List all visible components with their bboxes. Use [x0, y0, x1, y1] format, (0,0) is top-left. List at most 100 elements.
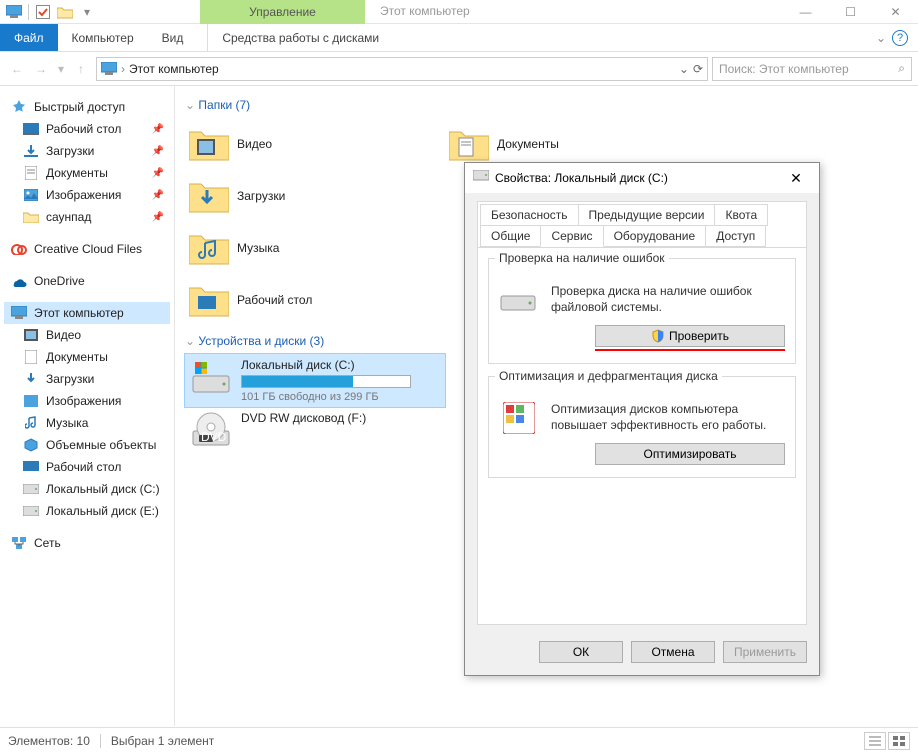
onedrive-icon [10, 273, 28, 289]
nav-label: Видео [46, 328, 81, 342]
capacity-bar [241, 375, 411, 388]
drive-icon [22, 481, 40, 497]
nav-up-button[interactable]: ↑ [70, 58, 92, 80]
status-selected: Выбран 1 элемент [111, 734, 214, 748]
pin-icon: 📌 [152, 124, 164, 135]
ribbon-file-tab[interactable]: Файл [0, 24, 58, 51]
drive-dvd[interactable]: DVD DVD RW дисковод (F:) [185, 407, 445, 455]
ok-button[interactable]: ОК [539, 641, 623, 663]
nav-quick-desktop[interactable]: Рабочий стол📌 [4, 118, 170, 140]
nav-quick-downloads[interactable]: Загрузки📌 [4, 140, 170, 162]
nav-onedrive[interactable]: OneDrive [4, 270, 170, 292]
tab-quota[interactable]: Квота [714, 204, 768, 226]
nav-creative-cloud[interactable]: Creative Cloud Files [4, 238, 170, 260]
desktop-icon [22, 121, 40, 137]
apply-button[interactable]: Применить [723, 641, 807, 663]
minimize-button[interactable]: — [783, 0, 828, 24]
check-button[interactable]: Проверить [595, 325, 785, 347]
nav-label: Этот компьютер [34, 306, 124, 320]
cancel-button[interactable]: Отмена [631, 641, 715, 663]
tab-security[interactable]: Безопасность [480, 204, 579, 226]
window-title: Этот компьютер [380, 4, 470, 18]
new-folder-icon[interactable] [57, 4, 73, 20]
refresh-icon[interactable]: ⟳ [693, 62, 703, 76]
tab-tools[interactable]: Сервис [540, 225, 603, 247]
status-elements: Элементов: 10 [8, 734, 90, 748]
dialog-footer: ОК Отмена Применить [465, 631, 819, 675]
address-input[interactable]: › Этот компьютер ⌄ ⟳ [96, 57, 708, 81]
nav-label: Документы [46, 166, 108, 180]
ribbon-tab-view[interactable]: Вид [148, 24, 198, 51]
nav-quick-soundpad[interactable]: саунпад📌 [4, 206, 170, 228]
nav-pc-music[interactable]: Музыка [4, 412, 170, 434]
ribbon-expand-icon[interactable]: ⌄ [876, 31, 886, 45]
nav-quick-documents[interactable]: Документы📌 [4, 162, 170, 184]
folder-music[interactable]: Музыка [185, 222, 445, 274]
nav-label: Рабочий стол [46, 460, 121, 474]
drive-icon [22, 503, 40, 519]
nav-back-button[interactable]: ← [6, 58, 28, 80]
tab-general[interactable]: Общие [480, 225, 541, 247]
dialog-close-button[interactable]: ✕ [781, 170, 811, 187]
folder-downloads[interactable]: Загрузки [185, 170, 445, 222]
network-icon [10, 535, 28, 551]
nav-forward-button[interactable]: → [30, 58, 52, 80]
drive-icon [191, 358, 231, 398]
tab-hardware[interactable]: Оборудование [603, 225, 707, 247]
view-details-button[interactable] [864, 732, 886, 750]
documents-icon [22, 165, 40, 181]
nav-pc-3d[interactable]: Объемные объекты [4, 434, 170, 456]
address-dropdown-icon[interactable]: ⌄ [679, 62, 689, 76]
pictures-icon [22, 187, 40, 203]
nav-pc-pictures[interactable]: Изображения [4, 390, 170, 412]
music-icon [22, 415, 40, 431]
titlebar: ▾ Управление Этот компьютер — ☐ ✕ [0, 0, 918, 24]
nav-label: Локальный диск (C:) [46, 482, 160, 496]
qat-dropdown-icon[interactable]: ▾ [79, 4, 95, 20]
folder-videos[interactable]: Видео [185, 118, 445, 170]
folder-desktop[interactable]: Рабочий стол [185, 274, 445, 326]
pc-icon [10, 305, 28, 321]
search-icon: ⌕ [898, 61, 905, 76]
maximize-button[interactable]: ☐ [828, 0, 873, 24]
nav-label: Загрузки [46, 372, 94, 386]
search-input[interactable]: Поиск: Этот компьютер ⌕ [712, 57, 912, 81]
creative-cloud-icon [10, 241, 28, 257]
optimize-button[interactable]: Оптимизировать [595, 443, 785, 465]
nav-pc-desktop[interactable]: Рабочий стол [4, 456, 170, 478]
folder-label: Музыка [237, 241, 279, 255]
breadcrumb-this-pc[interactable]: Этот компьютер [129, 62, 219, 76]
nav-pc-videos[interactable]: Видео [4, 324, 170, 346]
drive-c[interactable]: Локальный диск (C:) 101 ГБ свободно из 2… [185, 354, 445, 407]
folder-label: Загрузки [237, 189, 285, 203]
nav-label: Быстрый доступ [34, 100, 125, 114]
qat-separator [28, 4, 29, 20]
dialog-titlebar[interactable]: Свойства: Локальный диск (C:) ✕ [465, 163, 819, 193]
nav-quick-access[interactable]: Быстрый доступ [4, 96, 170, 118]
ribbon-tab-computer[interactable]: Компьютер [58, 24, 148, 51]
close-button[interactable]: ✕ [873, 0, 918, 24]
nav-network[interactable]: Сеть [4, 532, 170, 554]
error-check-text: Проверка диска на наличие ошибок файлово… [551, 283, 785, 315]
search-placeholder: Поиск: Этот компьютер [719, 62, 849, 76]
nav-label: Загрузки [46, 144, 94, 158]
nav-pc-downloads[interactable]: Загрузки [4, 368, 170, 390]
checkbox-icon[interactable] [35, 4, 51, 20]
view-icons-button[interactable] [888, 732, 910, 750]
nav-pc-documents[interactable]: Документы [4, 346, 170, 368]
defrag-icon [499, 401, 539, 435]
help-icon[interactable]: ? [892, 30, 908, 46]
nav-pc-drive-c[interactable]: Локальный диск (C:) [4, 478, 170, 500]
nav-quick-pictures[interactable]: Изображения📌 [4, 184, 170, 206]
nav-label: Объемные объекты [46, 438, 156, 452]
address-bar: ← → ▾ ↑ › Этот компьютер ⌄ ⟳ Поиск: Этот… [0, 52, 918, 86]
nav-this-pc[interactable]: Этот компьютер [4, 302, 170, 324]
tab-sharing[interactable]: Доступ [705, 225, 766, 247]
folder-icon [189, 280, 229, 320]
nav-pc-drive-e[interactable]: Локальный диск (E:) [4, 500, 170, 522]
group-folders-header[interactable]: Папки (7) [185, 94, 908, 118]
ribbon-contextual-tab[interactable]: Средства работы с дисками [207, 24, 393, 51]
ribbon: Файл Компьютер Вид Средства работы с дис… [0, 24, 918, 52]
tab-previous-versions[interactable]: Предыдущие версии [578, 204, 716, 226]
nav-history-dropdown[interactable]: ▾ [54, 58, 68, 80]
